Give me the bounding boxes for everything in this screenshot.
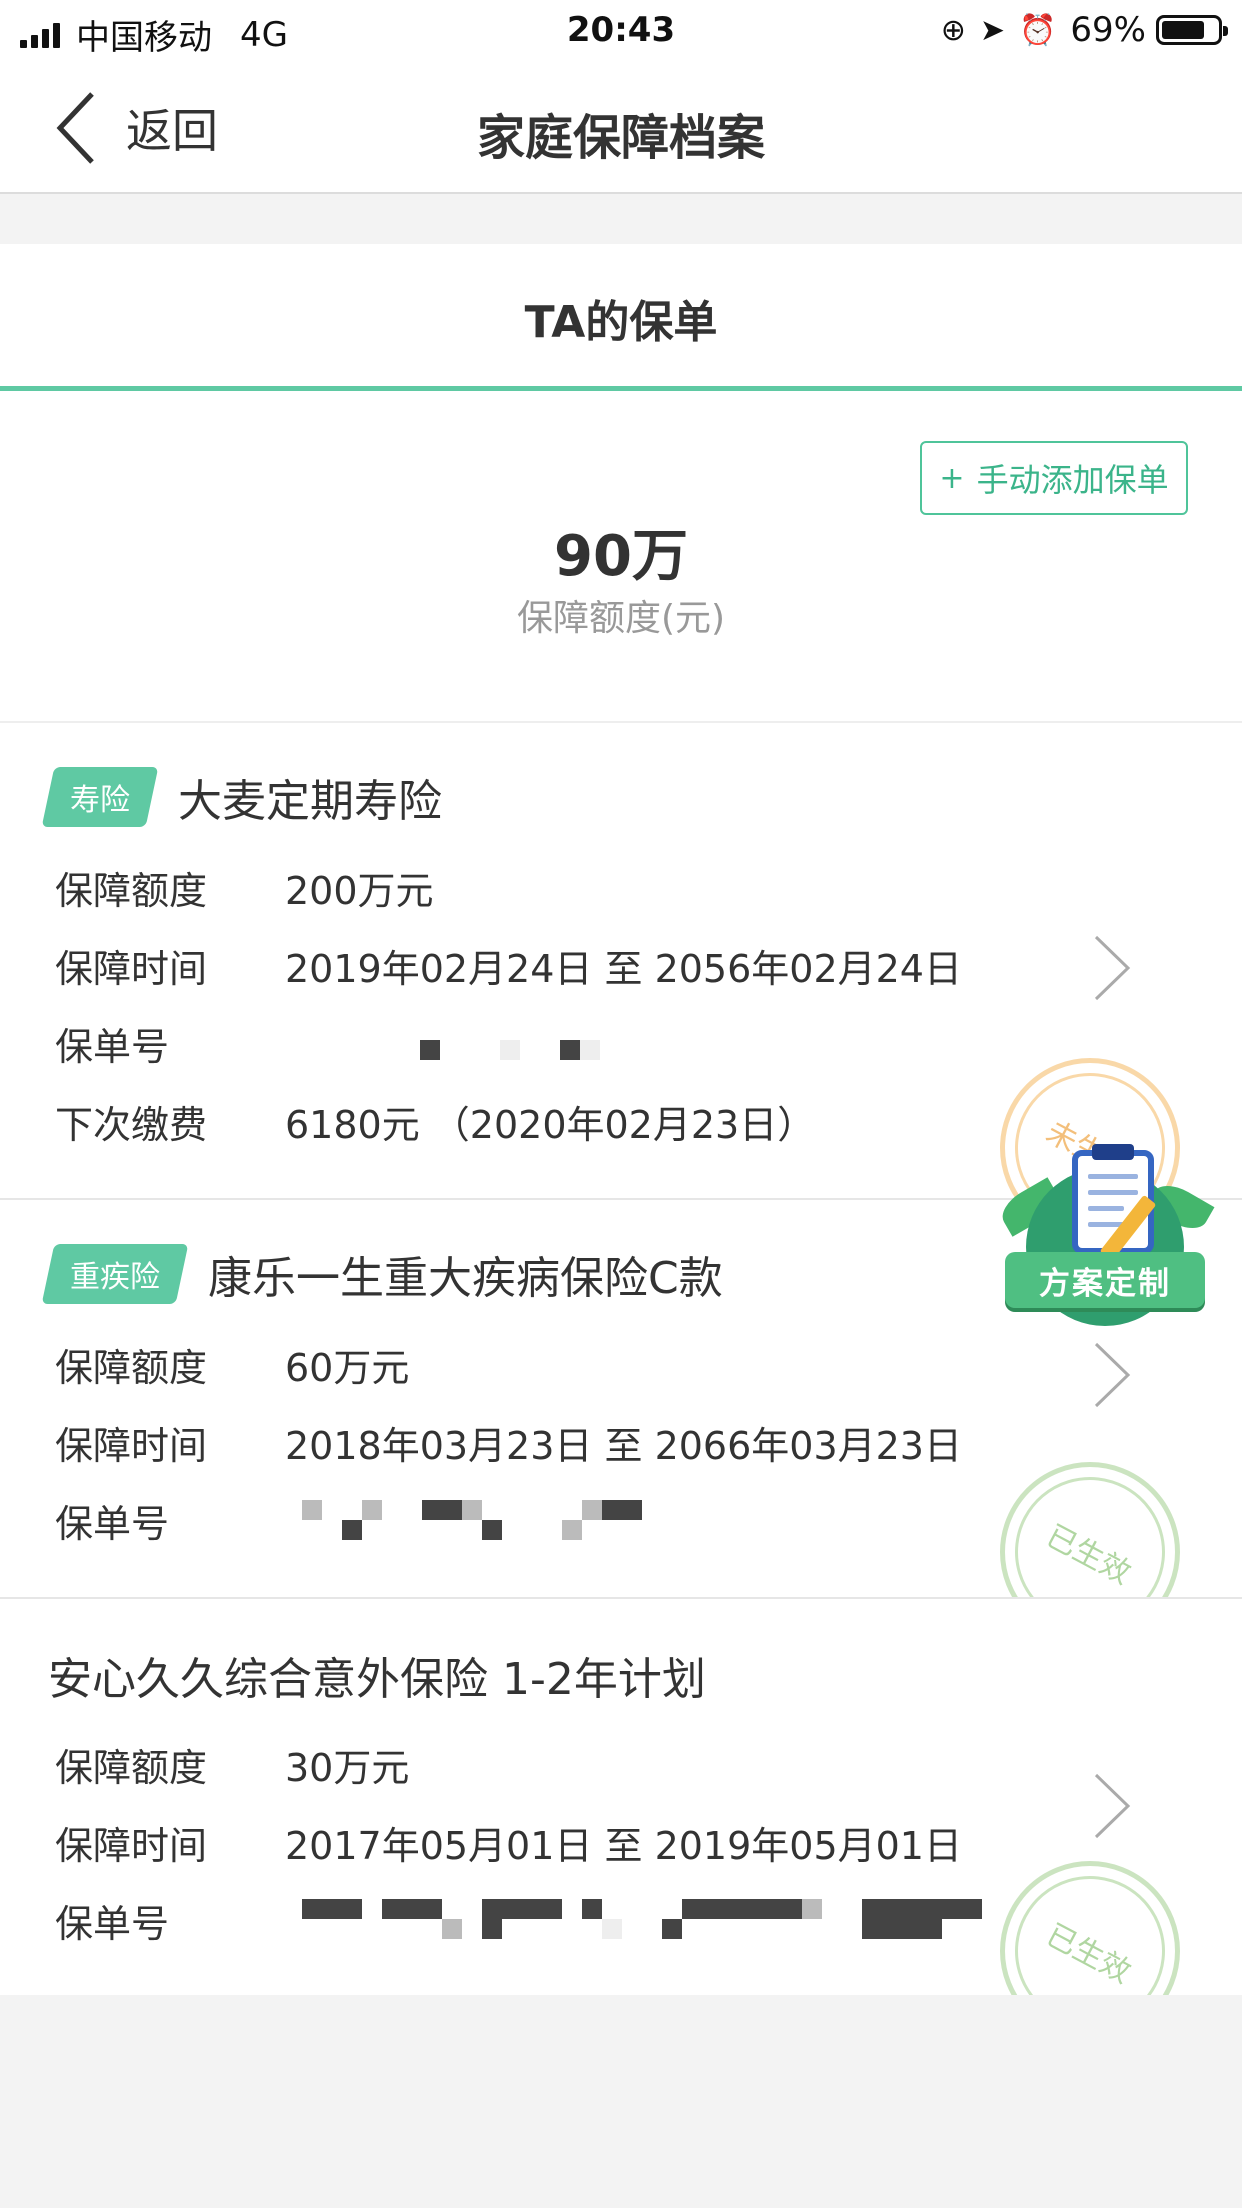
status-bar: 中国移动 4G 20:43 ⊕ ➤ ⏰ 69% [0,0,1242,62]
coverage-label: 保障额度 [55,1746,208,1790]
policy-card[interactable]: 寿险 大麦定期寿险 保障额度 200万元 保障时间 2019年02月24日 至 … [0,723,1242,1200]
policy-name: 康乐一生重大疾病保险C款 [208,1253,723,1304]
coverage-value: 30万元 [285,1746,410,1790]
coverage-value: 60万元 [285,1346,410,1390]
battery-icon [1156,15,1228,45]
period-value: 2018年03月23日 至 2066年03月23日 [285,1424,962,1468]
chevron-right-icon [1094,935,1131,1001]
plan-customize-label: 方案定制 [1005,1252,1205,1308]
coverage-label: 保障额度 [55,1346,208,1390]
battery-percent: 69% [1070,10,1146,50]
add-policy-label: 手动添加保单 [976,461,1169,499]
chevron-right-icon [1094,1342,1131,1408]
next-payment-label: 下次缴费 [55,1103,208,1147]
rotation-lock-icon: ⊕ [940,12,966,48]
period-value: 2019年02月24日 至 2056年02月24日 [285,947,962,991]
tab-bar: TA的保单 [0,244,1242,391]
policy-number-label: 保单号 [55,1902,170,1946]
coverage-label: 保障额度 [55,869,208,913]
total-coverage-label: 保障额度(元) [516,598,726,639]
total-coverage-amount: 90万 [554,524,688,589]
page-title: 家庭保障档案 [476,110,765,166]
period-label: 保障时间 [55,947,208,991]
policy-number-label: 保单号 [55,1502,170,1546]
plus-icon: + [939,460,965,496]
policy-type-tag: 寿险 [41,767,159,827]
navigation-bar: 返回 家庭保障档案 [0,62,1242,194]
tab-ta-policies[interactable]: TA的保单 [0,286,1242,350]
alarm-icon: ⏰ [1019,12,1057,48]
add-policy-button[interactable]: + 手动添加保单 [920,441,1188,515]
period-value: 2017年05月01日 至 2019年05月01日 [285,1824,962,1868]
status-stamp: 已生效 [988,1849,1192,1995]
policy-name: 大麦定期寿险 [178,776,442,827]
next-payment-value: 6180元 （2020年02月23日） [285,1103,816,1147]
chevron-right-icon [1094,1773,1131,1839]
location-icon: ➤ [979,12,1006,48]
policy-name: 安心久久综合意外保险 1-2年计划 [48,1654,706,1705]
coverage-summary: + 手动添加保单 90万 保障额度(元) [0,391,1242,723]
period-label: 保障时间 [55,1824,208,1868]
coverage-value: 200万元 [285,869,434,913]
plan-customize-button[interactable]: 方案定制 [995,1144,1215,1340]
period-label: 保障时间 [55,1424,208,1468]
policy-number-label: 保单号 [55,1025,170,1069]
policy-type-tag: 重疾险 [41,1244,189,1304]
status-stamp: 已生效 [988,1450,1192,1597]
policy-card[interactable]: 安心久久综合意外保险 1-2年计划 保障额度 30万元 保障时间 2017年05… [0,1599,1242,1995]
